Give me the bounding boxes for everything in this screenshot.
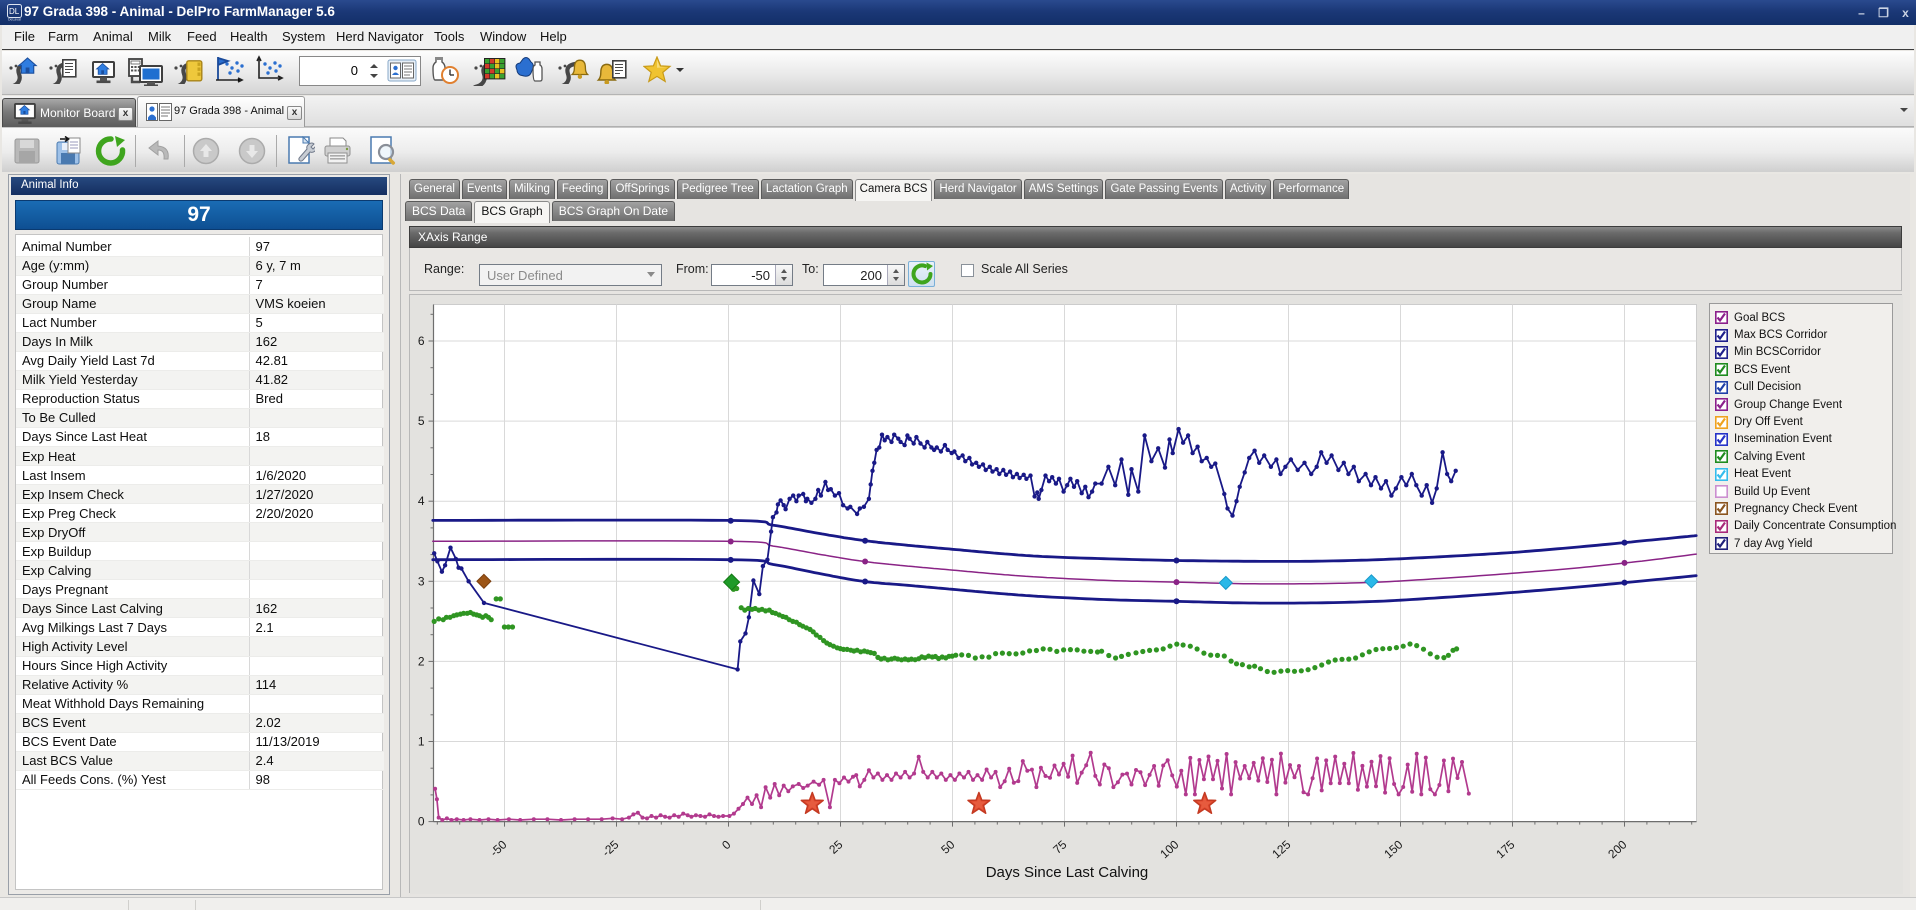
- svg-text:DL: DL: [9, 7, 20, 16]
- svg-text:DeLaval: DeLaval: [8, 18, 21, 22]
- svg-text:6: 6: [418, 334, 425, 348]
- svg-text:1: 1: [418, 735, 425, 749]
- svg-text:4: 4: [418, 494, 425, 508]
- svg-text:2: 2: [418, 654, 425, 668]
- svg-text:0: 0: [418, 815, 425, 829]
- svg-text:3: 3: [418, 574, 425, 588]
- svg-text:5: 5: [418, 414, 425, 428]
- svg-text:Days Since Last Calving: Days Since Last Calving: [986, 864, 1149, 881]
